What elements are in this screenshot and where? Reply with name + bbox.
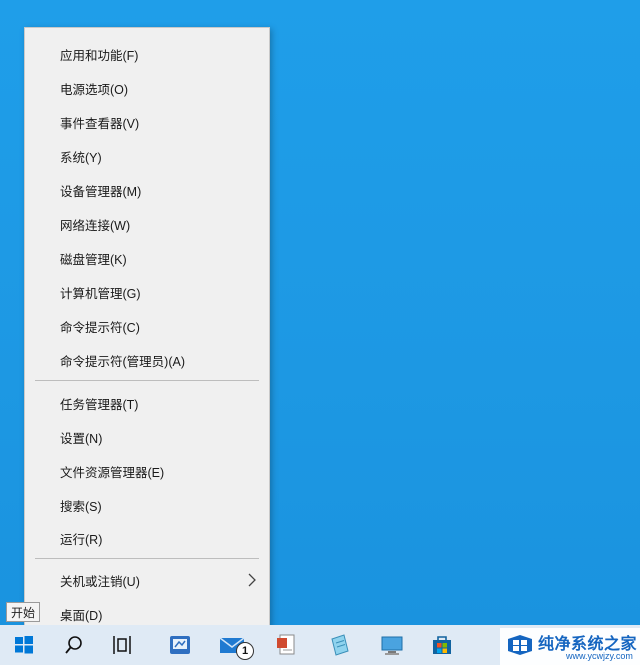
search-button[interactable] xyxy=(54,625,94,665)
taskbar-app-button[interactable] xyxy=(160,625,200,665)
menu-separator xyxy=(35,558,259,559)
menu-item-system[interactable]: 系统(Y) xyxy=(25,141,269,171)
menu-item-run[interactable]: 运行(R) xyxy=(25,523,269,553)
menu-item-computer-management[interactable]: 计算机管理(G) xyxy=(25,277,269,307)
menu-item-label: 设备管理器(M) xyxy=(60,184,142,199)
menu-item-label: 搜索(S) xyxy=(60,499,102,514)
task-view-icon xyxy=(113,636,131,654)
menu-item-command-prompt-admin[interactable]: 命令提示符(管理员)(A) xyxy=(25,345,269,375)
menu-item-search[interactable]: 搜索(S) xyxy=(25,490,269,520)
store-button[interactable] xyxy=(422,625,462,665)
app-icon xyxy=(170,636,190,654)
menu-item-event-viewer[interactable]: 事件查看器(V) xyxy=(25,107,269,137)
menu-item-disk-management[interactable]: 磁盘管理(K) xyxy=(25,243,269,273)
notepad-icon xyxy=(331,634,349,656)
menu-item-label: 关机或注销(U) xyxy=(60,574,140,589)
menu-item-label: 桌面(D) xyxy=(60,608,103,623)
watermark-url: www.ycwjzy.com xyxy=(566,651,633,661)
chevron-right-icon xyxy=(248,573,256,587)
menu-item-power-options[interactable]: 电源选项(O) xyxy=(25,73,269,103)
notification-badge: 1 xyxy=(236,642,254,660)
start-tooltip: 开始 xyxy=(6,602,41,622)
menu-item-label: 文件资源管理器(E) xyxy=(60,465,165,480)
menu-item-label: 磁盘管理(K) xyxy=(60,252,127,267)
notepad-button[interactable] xyxy=(320,625,360,665)
menu-item-file-explorer[interactable]: 文件资源管理器(E) xyxy=(25,456,269,486)
menu-separator xyxy=(35,380,259,381)
menu-item-label: 命令提示符(管理员)(A) xyxy=(60,354,185,369)
menu-item-device-manager[interactable]: 设备管理器(M) xyxy=(25,175,269,205)
windows-start-icon xyxy=(15,636,33,654)
document-button[interactable] xyxy=(266,625,306,665)
document-icon xyxy=(277,634,295,655)
watermark: 纯净系统之家 www.ycwjzy.com xyxy=(500,628,640,665)
computer-icon xyxy=(381,636,403,655)
menu-item-command-prompt[interactable]: 命令提示符(C) xyxy=(25,311,269,341)
menu-item-label: 计算机管理(G) xyxy=(60,286,141,301)
menu-item-label: 任务管理器(T) xyxy=(60,397,139,412)
menu-item-shutdown-signout[interactable]: 关机或注销(U) xyxy=(25,565,269,595)
menu-item-label: 电源选项(O) xyxy=(60,82,129,97)
menu-item-network-connections[interactable]: 网络连接(W) xyxy=(25,209,269,239)
task-view-button[interactable] xyxy=(104,625,144,665)
menu-item-task-manager[interactable]: 任务管理器(T) xyxy=(25,388,269,418)
search-icon xyxy=(65,636,82,654)
watermark-logo-icon xyxy=(508,635,532,655)
start-button[interactable] xyxy=(4,625,44,665)
menu-item-label: 运行(R) xyxy=(60,532,103,547)
menu-item-label: 应用和功能(F) xyxy=(60,48,139,63)
menu-item-settings[interactable]: 设置(N) xyxy=(25,422,269,452)
winx-context-menu: 应用和功能(F) 电源选项(O) 事件查看器(V) 系统(Y) 设备管理器(M)… xyxy=(24,27,270,639)
store-icon xyxy=(433,636,451,654)
menu-item-label: 网络连接(W) xyxy=(60,218,131,233)
menu-item-apps-features[interactable]: 应用和功能(F) xyxy=(25,39,269,69)
menu-item-label: 设置(N) xyxy=(60,431,103,446)
menu-item-label: 命令提示符(C) xyxy=(60,320,140,335)
menu-item-label: 系统(Y) xyxy=(60,150,102,165)
this-pc-button[interactable] xyxy=(372,625,412,665)
menu-item-label: 事件查看器(V) xyxy=(60,116,140,131)
